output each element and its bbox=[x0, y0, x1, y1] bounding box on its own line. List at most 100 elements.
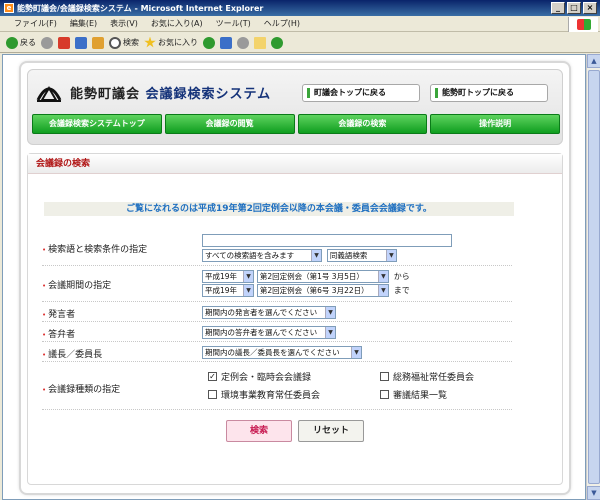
site-title: 能勢町議会 会議録検索システム bbox=[70, 83, 271, 102]
from-suffix: から bbox=[393, 272, 410, 281]
type-general-welfare-label: 総務福祉常任委員会 bbox=[393, 373, 475, 383]
search-label: 検索 bbox=[123, 38, 139, 47]
scrollbar-thumb[interactable] bbox=[588, 70, 600, 484]
browser-toolbar: 戻る 検索 お気に入り bbox=[0, 33, 600, 53]
chevron-down-icon: ▼ bbox=[311, 250, 321, 261]
type-environment-education-checkbox[interactable]: 環境事業教育常任委員会 bbox=[208, 388, 320, 401]
stop-icon bbox=[58, 36, 70, 49]
menu-favorites[interactable]: お気に入り(A) bbox=[151, 18, 203, 29]
stop-button[interactable] bbox=[58, 36, 70, 49]
from-year-value: 平成19年 bbox=[205, 272, 238, 281]
window-titlebar: e 能勢町議会/会議録検索システム - Microsoft Internet E… bbox=[0, 0, 600, 16]
chair-row: 議長／委員長 期間内の議長／委員長を選んでください ▼ bbox=[42, 344, 512, 362]
chair-value: 期間内の議長／委員長を選んでください bbox=[205, 348, 340, 357]
type-deliberation-results-checkbox[interactable]: 審議結果一覧 bbox=[380, 388, 447, 401]
to-year-value: 平成19年 bbox=[205, 286, 238, 295]
maximize-button[interactable]: □ bbox=[567, 2, 581, 14]
from-session-value: 第2回定例会（第1号 3月5日） bbox=[259, 272, 364, 281]
type-label: 会議録種類の指定 bbox=[42, 382, 120, 395]
forward-button[interactable] bbox=[41, 36, 53, 49]
menu-help[interactable]: ヘルプ(H) bbox=[264, 18, 300, 29]
home-icon bbox=[92, 36, 104, 49]
messenger-button[interactable] bbox=[271, 36, 283, 49]
to-session-value: 第2回定例会（第6号 3月22日） bbox=[259, 286, 369, 295]
menu-edit[interactable]: 編集(E) bbox=[70, 18, 97, 29]
favorites-button[interactable]: お気に入り bbox=[144, 36, 198, 49]
to-year-select[interactable]: 平成19年 ▼ bbox=[202, 284, 254, 297]
chevron-down-icon: ▼ bbox=[377, 285, 388, 296]
media-button[interactable] bbox=[203, 36, 215, 49]
print-icon bbox=[237, 36, 249, 49]
vertical-scrollbar[interactable]: ▲ ▼ bbox=[586, 54, 600, 500]
chair-label: 議長／委員長 bbox=[42, 347, 102, 360]
chevron-down-icon: ▼ bbox=[377, 271, 388, 282]
menu-tools[interactable]: ツール(T) bbox=[216, 18, 251, 29]
reset-button[interactable]: リセット bbox=[298, 420, 364, 442]
window-title: 能勢町議会/会議録検索システム - Microsoft Internet Exp… bbox=[17, 3, 264, 13]
ie-icon: e bbox=[4, 3, 14, 13]
speaker-label: 発言者 bbox=[42, 307, 75, 320]
council-top-link[interactable]: 町議会トップに戻る bbox=[302, 84, 420, 102]
menu-view[interactable]: 表示(V) bbox=[110, 18, 138, 29]
to-suffix: まで bbox=[393, 286, 410, 295]
nav-help[interactable]: 操作説明 bbox=[430, 114, 560, 134]
chevron-down-icon: ▼ bbox=[351, 347, 361, 358]
edit-button[interactable] bbox=[254, 36, 266, 49]
town-emblem-icon bbox=[36, 86, 62, 102]
minimize-button[interactable]: _ bbox=[551, 2, 565, 14]
nav-system-top[interactable]: 会議録検索システムトップ bbox=[32, 114, 162, 134]
checkbox-icon bbox=[380, 372, 389, 381]
back-button[interactable]: 戻る bbox=[6, 36, 36, 49]
to-session-select[interactable]: 第2回定例会（第6号 3月22日） ▼ bbox=[256, 284, 389, 297]
favorites-label: お気に入り bbox=[158, 38, 198, 47]
site-header: 能勢町議会 会議録検索システム 町議会トップに戻る 能勢町トップに戻る 会議録検… bbox=[27, 69, 563, 145]
scroll-down-icon[interactable]: ▼ bbox=[587, 486, 600, 500]
home-button[interactable] bbox=[92, 36, 104, 49]
type-regular-session-checkbox[interactable]: ✓ 定例会・臨時会会議録 bbox=[208, 370, 311, 383]
from-year-select[interactable]: 平成19年 ▼ bbox=[202, 270, 254, 283]
type-general-welfare-checkbox[interactable]: 総務福祉常任委員会 bbox=[380, 370, 474, 383]
from-session-select[interactable]: 第2回定例会（第1号 3月5日） ▼ bbox=[256, 270, 389, 283]
type-row: 会議録種類の指定 ✓ 定例会・臨時会会議録 総務福祉常任委員会 環境事業教育常任… bbox=[42, 366, 512, 410]
print-button[interactable] bbox=[237, 36, 249, 49]
keyword-input[interactable] bbox=[202, 234, 452, 247]
back-arrow-icon bbox=[6, 36, 18, 49]
menu-file[interactable]: ファイル(F) bbox=[14, 18, 57, 29]
windows-logo-icon bbox=[568, 17, 598, 32]
answerer-select[interactable]: 期間内の答弁者を選んでください ▼ bbox=[202, 326, 336, 339]
page-frame: 能勢町議会 会議録検索システム 町議会トップに戻る 能勢町トップに戻る 会議録検… bbox=[21, 63, 569, 493]
availability-notice: ご覧になれるのは平成19年第2回定例会以降の本会議・委員会会議録です。 bbox=[44, 202, 514, 216]
page-viewport: 能勢町議会 会議録検索システム 町議会トップに戻る 能勢町トップに戻る 会議録検… bbox=[2, 54, 586, 500]
speaker-value: 期間内の発言者を選んでください bbox=[205, 308, 318, 317]
scroll-up-icon[interactable]: ▲ bbox=[587, 54, 600, 68]
chair-select[interactable]: 期間内の議長／委員長を選んでください ▼ bbox=[202, 346, 362, 359]
synonym-select[interactable]: 同義語検索 ▼ bbox=[326, 249, 397, 262]
close-button[interactable]: × bbox=[583, 2, 597, 14]
star-icon bbox=[144, 36, 156, 48]
chevron-down-icon: ▼ bbox=[243, 285, 253, 296]
menu-bar: ファイル(F) 編集(E) 表示(V) お気に入り(A) ツール(T) ヘルプ(… bbox=[0, 16, 600, 32]
answerer-row: 答弁者 期間内の答弁者を選んでください ▼ bbox=[42, 324, 512, 342]
mail-button[interactable] bbox=[220, 36, 232, 49]
town-top-link[interactable]: 能勢町トップに戻る bbox=[430, 84, 548, 102]
period-label: 会議期間の指定 bbox=[42, 278, 111, 291]
search-submit-button[interactable]: 検索 bbox=[226, 420, 292, 442]
refresh-button[interactable] bbox=[75, 36, 87, 49]
messenger-icon bbox=[271, 36, 283, 49]
match-condition-value: すべての検索語を含みます bbox=[205, 251, 295, 260]
answerer-label: 答弁者 bbox=[42, 327, 75, 340]
speaker-row: 発言者 期間内の発言者を選んでください ▼ bbox=[42, 304, 512, 322]
type-regular-session-label: 定例会・臨時会会議録 bbox=[221, 373, 312, 383]
speaker-select[interactable]: 期間内の発言者を選んでください ▼ bbox=[202, 306, 336, 319]
nav-browse[interactable]: 会議録の閲覧 bbox=[164, 114, 295, 134]
nav-search[interactable]: 会議録の検索 bbox=[297, 114, 428, 134]
chevron-down-icon: ▼ bbox=[325, 307, 335, 318]
forward-arrow-icon bbox=[41, 36, 53, 49]
checkbox-checked-icon: ✓ bbox=[208, 372, 217, 381]
match-condition-select[interactable]: すべての検索語を含みます ▼ bbox=[202, 249, 322, 262]
site-title-town: 能勢町議会 bbox=[70, 87, 141, 102]
checkbox-icon bbox=[380, 390, 389, 399]
search-button[interactable]: 検索 bbox=[109, 36, 139, 49]
search-icon bbox=[109, 36, 121, 49]
main-nav: 会議録検索システムトップ 会議録の閲覧 会議録の検索 操作説明 bbox=[32, 114, 560, 134]
